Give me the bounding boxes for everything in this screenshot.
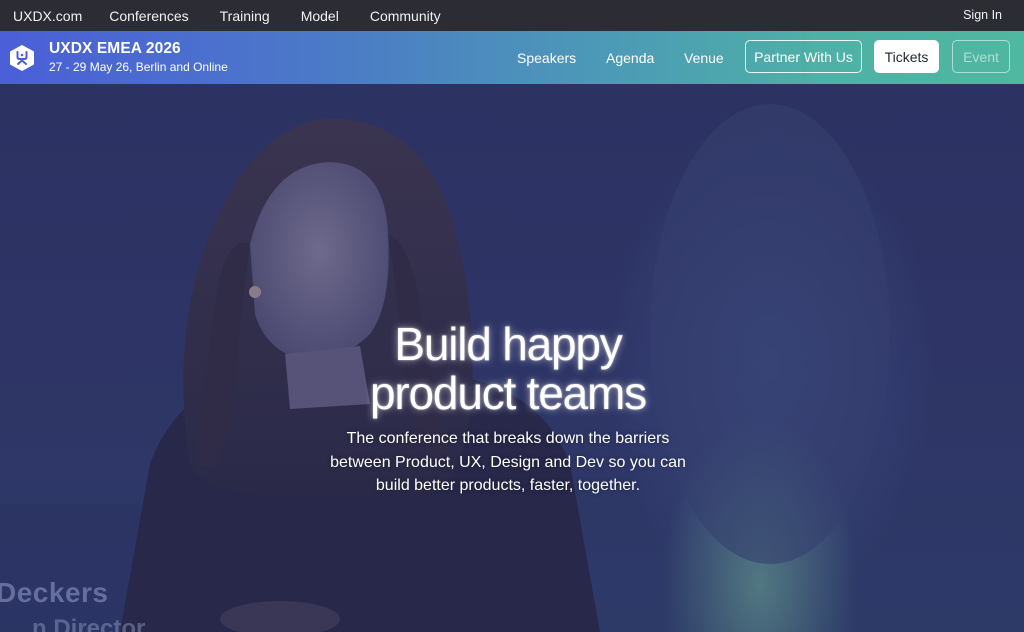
brand-link[interactable]: UXDX.com xyxy=(13,8,82,24)
nav-link-conferences[interactable]: Conferences xyxy=(109,8,188,24)
nav-venue[interactable]: Venue xyxy=(684,50,724,66)
global-nav: UXDX.com Conferences Training Model Comm… xyxy=(0,0,1024,31)
speaker-role-overlay: n Director xyxy=(32,615,146,632)
uxdx-logo-icon[interactable] xyxy=(9,44,35,72)
headline-line-1: Build happy xyxy=(394,318,622,370)
nav-link-model[interactable]: Model xyxy=(301,8,339,24)
event-button[interactable]: Event xyxy=(952,40,1010,73)
event-dates-location: 27 - 29 May 26, Berlin and Online xyxy=(49,60,228,74)
subheadline-line-2: between Product, UX, Design and Dev so y… xyxy=(330,453,686,471)
hero-headline: Build happy product teams xyxy=(0,320,1016,418)
speaker-name-overlay: Deckers xyxy=(0,577,109,608)
nav-agenda[interactable]: Agenda xyxy=(606,50,654,66)
subheadline-line-1: The conference that breaks down the barr… xyxy=(346,430,670,447)
partner-with-us-button[interactable]: Partner With Us xyxy=(745,40,862,73)
hero-section: Deckers n Director Build happy product t… xyxy=(0,84,1024,632)
headline-line-2: product teams xyxy=(370,367,647,419)
event-title[interactable]: UXDX EMEA 2026 xyxy=(49,40,181,58)
nav-speakers[interactable]: Speakers xyxy=(517,50,576,66)
tickets-button[interactable]: Tickets xyxy=(874,40,939,73)
nav-link-community[interactable]: Community xyxy=(370,8,441,24)
hero-subheadline: The conference that breaks down the barr… xyxy=(0,427,1016,498)
event-header: UXDX EMEA 2026 27 - 29 May 26, Berlin an… xyxy=(0,31,1024,84)
nav-link-training[interactable]: Training xyxy=(220,8,270,24)
sign-in-link[interactable]: Sign In xyxy=(963,8,1002,22)
subheadline-line-3: build better products, faster, together. xyxy=(375,477,641,494)
